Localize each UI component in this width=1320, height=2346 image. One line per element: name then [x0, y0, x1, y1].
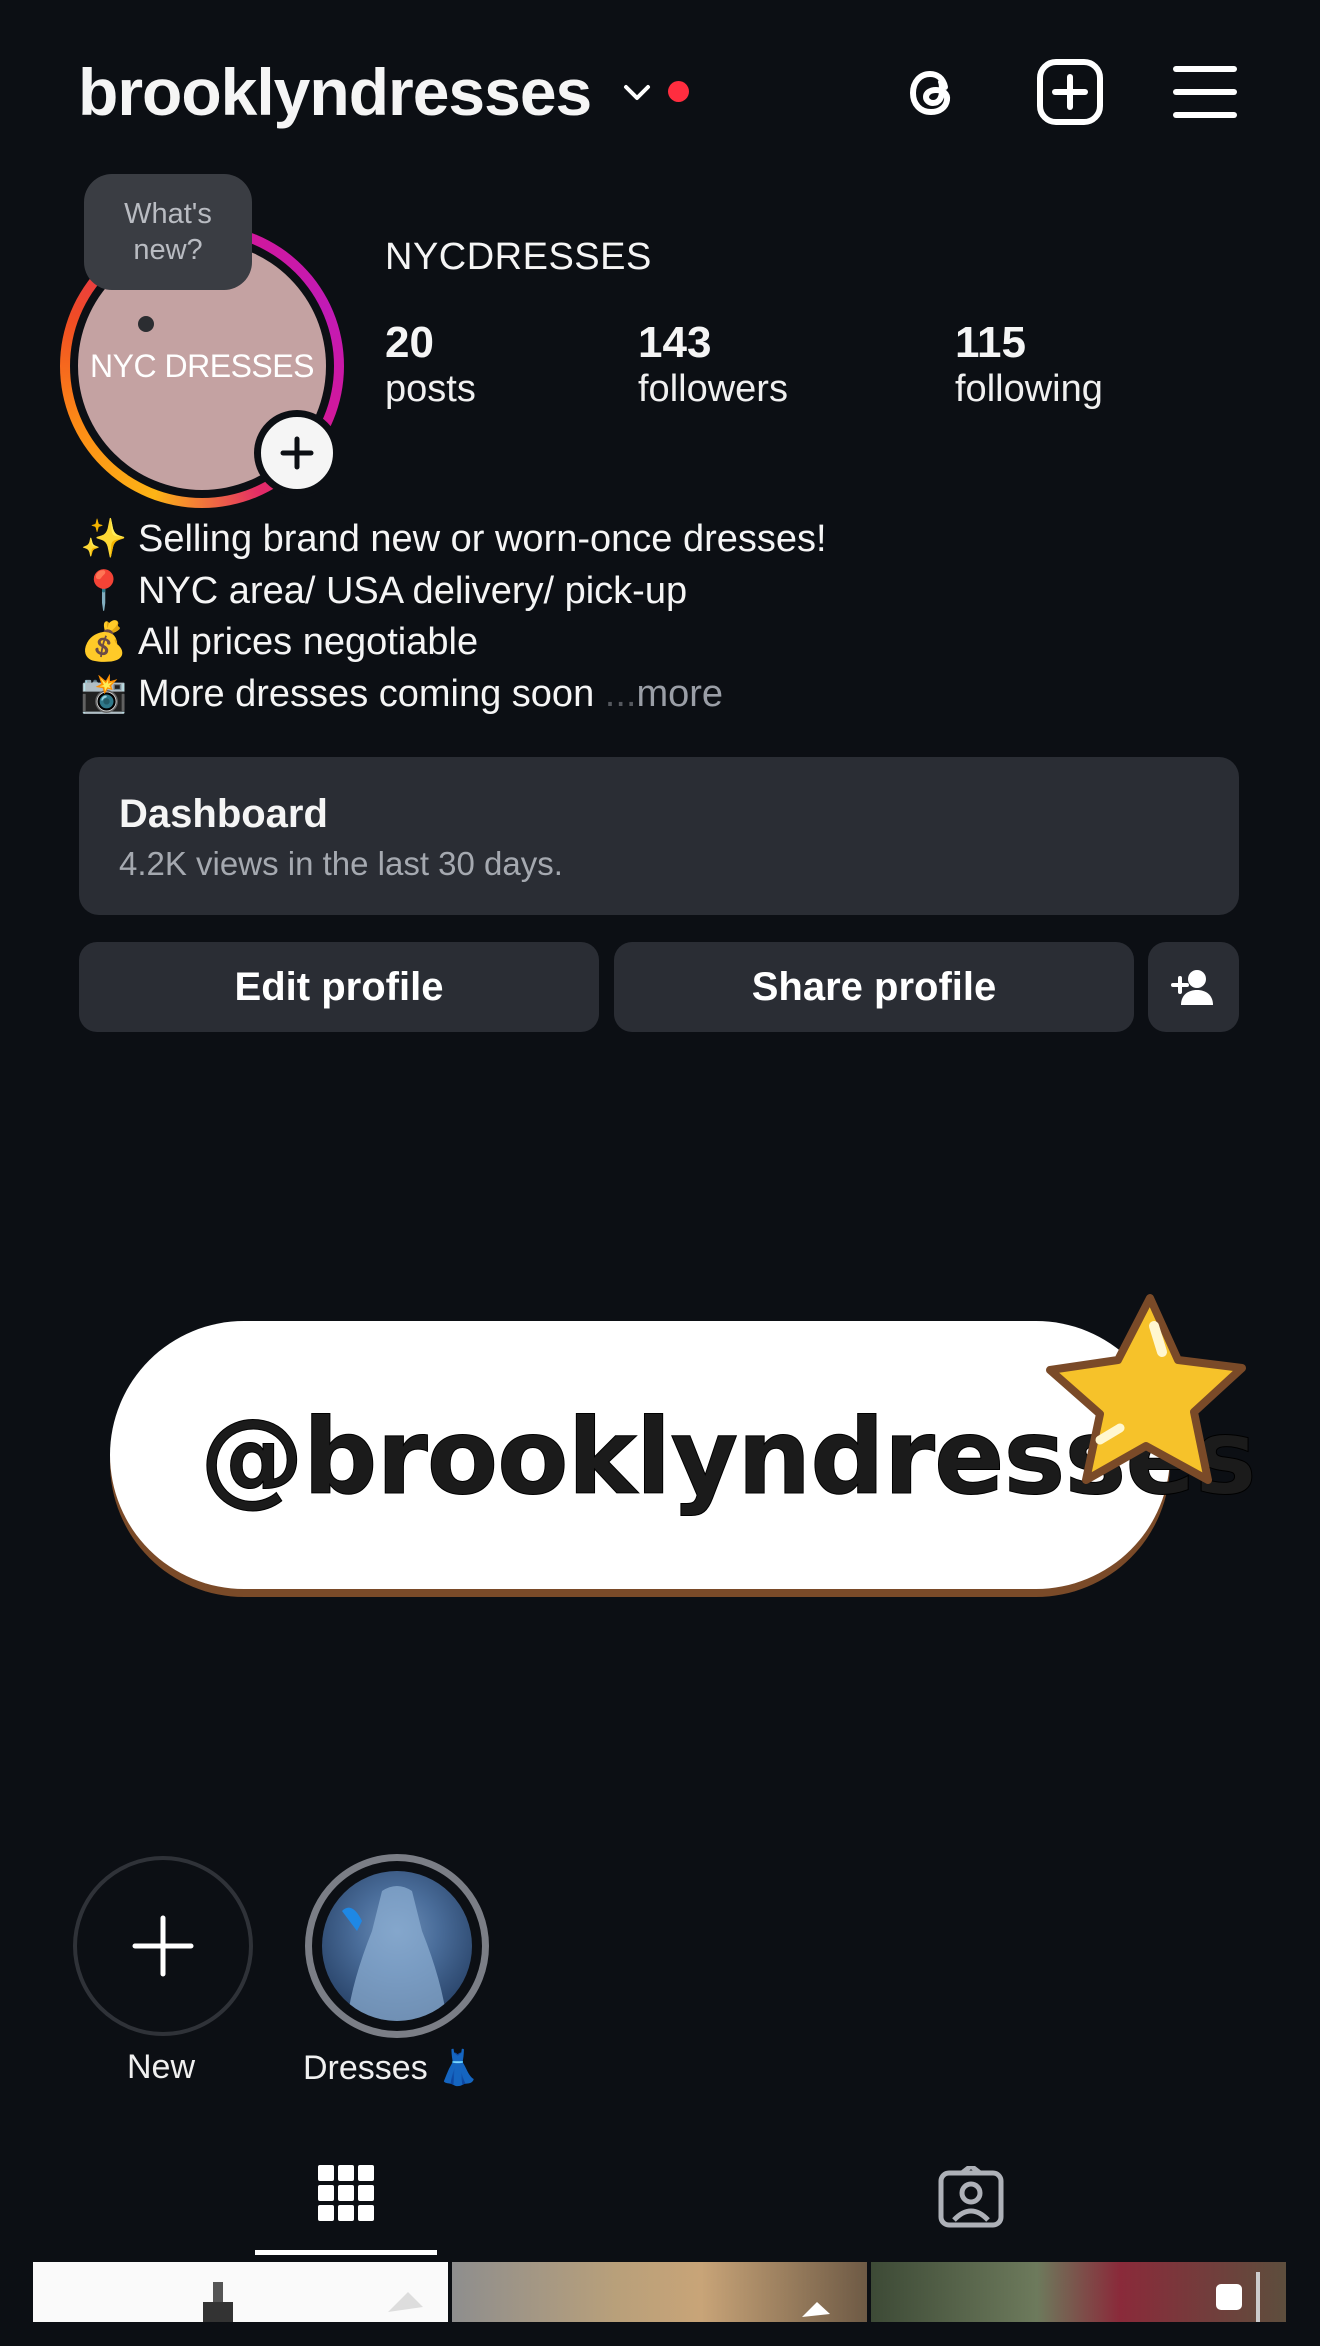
add-person-icon: [1170, 970, 1213, 1005]
create-post-icon[interactable]: [1035, 57, 1105, 127]
dashboard-title: Dashboard: [119, 792, 328, 836]
tagged-icon[interactable]: [938, 2166, 1004, 2228]
threads-icon[interactable]: [897, 57, 967, 127]
plus-icon: [280, 436, 314, 470]
sparkles-emoji: ✨: [80, 518, 128, 560]
grid-icon[interactable]: [318, 2165, 374, 2221]
stat-label: posts: [385, 368, 476, 410]
stat-label: following: [955, 368, 1103, 410]
edit-profile-button[interactable]: Edit profile: [79, 942, 599, 1032]
chevron-down-icon[interactable]: [620, 76, 654, 110]
share-profile-button[interactable]: Share profile: [614, 942, 1134, 1032]
post-thumbnail[interactable]: [871, 2262, 1286, 2322]
money-bag-emoji: 💰: [80, 621, 128, 663]
username-switcher[interactable]: brooklyndresses: [78, 52, 592, 132]
bio-ellipsis: ...: [604, 672, 637, 715]
hamburger-menu-icon[interactable]: [1170, 57, 1240, 127]
stat-label: followers: [638, 368, 788, 410]
note-bubble-tail: [138, 316, 154, 332]
notification-dot: [668, 81, 689, 102]
camera-emoji: 📸: [80, 672, 128, 715]
active-tab-indicator: [255, 2250, 437, 2255]
discover-people-button[interactable]: [1148, 942, 1239, 1032]
add-story-button[interactable]: [254, 410, 340, 496]
stat-number: 115: [955, 318, 1026, 367]
note-bubble[interactable]: What's new?: [84, 174, 252, 290]
highlight-label: New: [127, 2048, 196, 2086]
plus-icon: [132, 1915, 194, 1977]
pin-emoji: 📍: [80, 569, 128, 612]
bio-line: 📸 More dresses coming soon ...more: [80, 669, 827, 721]
post-thumbnail[interactable]: [33, 2262, 448, 2322]
note-bubble-text: What's new?: [124, 198, 212, 266]
bio-more-link[interactable]: more: [636, 673, 723, 715]
bio: ✨ Selling brand new or worn-once dresses!…: [80, 514, 827, 720]
new-highlight-button[interactable]: [73, 1856, 253, 2036]
stat-following[interactable]: 115 following: [955, 318, 1103, 411]
display-name: NYCDRESSES: [385, 236, 652, 278]
avatar-text: NYC DRESSES: [90, 347, 314, 384]
stat-followers[interactable]: 143 followers: [638, 318, 788, 411]
bio-line: 💰 All prices negotiable: [80, 617, 827, 669]
highlight-cover-image: [322, 1871, 472, 2021]
stat-posts[interactable]: 20 posts: [385, 318, 476, 411]
star-icon: [1046, 1294, 1246, 1484]
highlight-label: Dresses 👗: [303, 2049, 480, 2087]
dashboard-subtitle: 4.2K views in the last 30 days.: [119, 845, 563, 882]
bio-line: ✨ Selling brand new or worn-once dresses!: [80, 514, 827, 566]
stat-number: 20: [385, 318, 434, 367]
post-thumbnail[interactable]: [452, 2262, 867, 2322]
bio-line: 📍 NYC area/ USA delivery/ pick-up: [80, 566, 827, 618]
stat-number: 143: [638, 318, 712, 367]
